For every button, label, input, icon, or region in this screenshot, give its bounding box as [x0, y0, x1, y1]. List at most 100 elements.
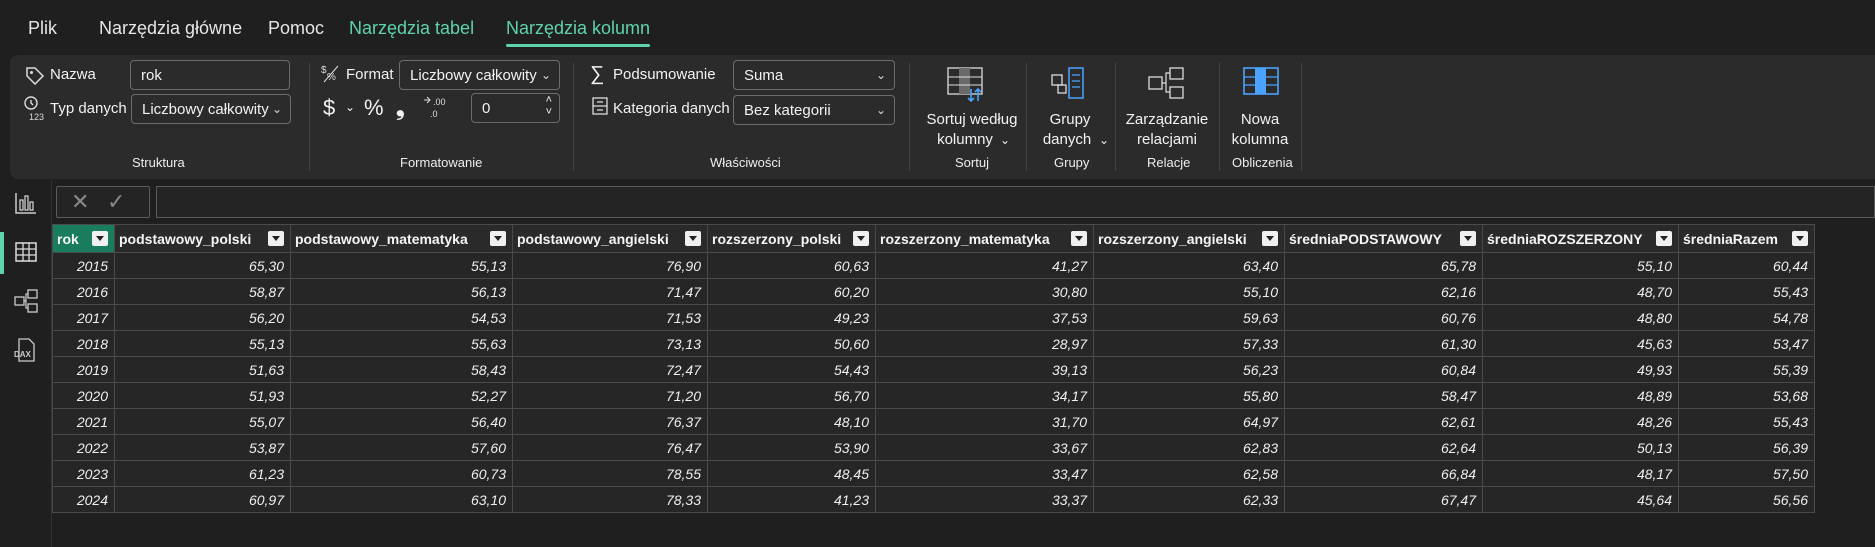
table-cell[interactable]: 60,97 [114, 486, 291, 513]
table-cell[interactable]: 57,33 [1093, 330, 1285, 357]
table-cell[interactable]: 64,97 [1093, 408, 1285, 435]
filter-dropdown-icon[interactable] [853, 231, 869, 246]
table-cell[interactable]: 39,13 [875, 356, 1094, 383]
table-cell[interactable]: 53,47 [1678, 330, 1815, 357]
table-cell[interactable]: 62,64 [1284, 434, 1483, 461]
table-cell[interactable]: 62,16 [1284, 278, 1483, 305]
table-cell[interactable]: 48,70 [1482, 278, 1679, 305]
table-cell[interactable]: 60,44 [1678, 252, 1815, 279]
table-cell[interactable]: 52,27 [290, 382, 513, 409]
table-cell[interactable]: 55,07 [114, 408, 291, 435]
table-cell[interactable]: 33,67 [875, 434, 1094, 461]
model-view-icon[interactable] [13, 288, 39, 314]
table-cell[interactable]: 31,70 [875, 408, 1094, 435]
table-cell[interactable]: 2018 [52, 330, 115, 357]
table-cell[interactable]: 45,63 [1482, 330, 1679, 357]
table-view-icon[interactable] [13, 239, 39, 265]
table-cell[interactable]: 58,87 [114, 278, 291, 305]
table-cell[interactable]: 51,63 [114, 356, 291, 383]
table-cell[interactable]: 73,13 [512, 330, 708, 357]
filter-dropdown-icon[interactable] [268, 231, 284, 246]
table-cell[interactable]: 60,20 [707, 278, 876, 305]
table-cell[interactable]: 55,13 [290, 252, 513, 279]
column-header[interactable]: średniaPODSTAWOWY [1284, 224, 1483, 253]
table-cell[interactable]: 48,10 [707, 408, 876, 435]
table-cell[interactable]: 55,43 [1678, 278, 1815, 305]
column-header[interactable]: podstawowy_matematyka [290, 224, 513, 253]
decimal-icon[interactable]: .00.0 [421, 95, 449, 121]
table-cell[interactable]: 54,43 [707, 356, 876, 383]
table-cell[interactable]: 37,53 [875, 304, 1094, 331]
comma-button[interactable]: ❟ [396, 95, 405, 121]
chevron-up-icon[interactable]: ˄ [546, 94, 552, 106]
table-cell[interactable]: 66,84 [1284, 460, 1483, 487]
filter-dropdown-icon[interactable] [1262, 231, 1278, 246]
table-cell[interactable]: 56,70 [707, 382, 876, 409]
formula-input[interactable] [156, 186, 1875, 218]
menu-table-tools[interactable]: Narzędzia tabel [349, 18, 474, 39]
table-cell[interactable]: 60,76 [1284, 304, 1483, 331]
table-cell[interactable]: 2020 [52, 382, 115, 409]
table-cell[interactable]: 48,26 [1482, 408, 1679, 435]
column-header[interactable]: rozszerzony_matematyka [875, 224, 1094, 253]
table-cell[interactable]: 78,33 [512, 486, 708, 513]
table-cell[interactable]: 45,64 [1482, 486, 1679, 513]
table-cell[interactable]: 49,93 [1482, 356, 1679, 383]
table-cell[interactable]: 76,90 [512, 252, 708, 279]
table-cell[interactable]: 56,56 [1678, 486, 1815, 513]
column-header[interactable]: rok [52, 224, 115, 253]
filter-dropdown-icon[interactable] [685, 231, 701, 246]
table-cell[interactable]: 55,10 [1482, 252, 1679, 279]
table-cell[interactable]: 55,80 [1093, 382, 1285, 409]
table-cell[interactable]: 59,63 [1093, 304, 1285, 331]
table-cell[interactable]: 2022 [52, 434, 115, 461]
cancel-icon[interactable]: ✕ [71, 189, 89, 215]
table-cell[interactable]: 55,43 [1678, 408, 1815, 435]
report-view-icon[interactable] [13, 190, 39, 216]
table-cell[interactable]: 54,78 [1678, 304, 1815, 331]
table-cell[interactable]: 56,13 [290, 278, 513, 305]
table-cell[interactable]: 72,47 [512, 356, 708, 383]
table-cell[interactable]: 62,83 [1093, 434, 1285, 461]
table-cell[interactable]: 55,63 [290, 330, 513, 357]
table-cell[interactable]: 49,23 [707, 304, 876, 331]
table-cell[interactable]: 33,37 [875, 486, 1094, 513]
check-icon[interactable]: ✓ [107, 189, 125, 215]
table-cell[interactable]: 41,23 [707, 486, 876, 513]
table-cell[interactable]: 65,78 [1284, 252, 1483, 279]
table-cell[interactable]: 30,80 [875, 278, 1094, 305]
table-cell[interactable]: 2015 [52, 252, 115, 279]
menu-home[interactable]: Narzędzia główne [99, 18, 242, 39]
table-cell[interactable]: 48,45 [707, 460, 876, 487]
table-cell[interactable]: 58,43 [290, 356, 513, 383]
filter-dropdown-icon[interactable] [1792, 231, 1808, 246]
table-cell[interactable]: 65,30 [114, 252, 291, 279]
table-cell[interactable]: 76,37 [512, 408, 708, 435]
column-header[interactable]: podstawowy_angielski [512, 224, 708, 253]
chevron-down-icon[interactable]: ˅ [546, 106, 552, 118]
table-cell[interactable]: 56,23 [1093, 356, 1285, 383]
table-cell[interactable]: 34,17 [875, 382, 1094, 409]
table-cell[interactable]: 48,80 [1482, 304, 1679, 331]
table-cell[interactable]: 54,53 [290, 304, 513, 331]
table-cell[interactable]: 78,55 [512, 460, 708, 487]
name-input[interactable]: rok [130, 60, 290, 90]
filter-dropdown-icon[interactable] [1460, 231, 1476, 246]
table-cell[interactable]: 62,58 [1093, 460, 1285, 487]
table-cell[interactable]: 28,97 [875, 330, 1094, 357]
filter-dropdown-icon[interactable] [1656, 231, 1672, 246]
summary-dropdown[interactable]: Suma ⌄ [733, 60, 895, 90]
format-dropdown[interactable]: Liczbowy całkowity ⌄ [399, 60, 560, 90]
table-cell[interactable]: 2023 [52, 460, 115, 487]
table-cell[interactable]: 53,87 [114, 434, 291, 461]
table-cell[interactable]: 53,90 [707, 434, 876, 461]
filter-dropdown-icon[interactable] [92, 231, 108, 246]
table-cell[interactable]: 2016 [52, 278, 115, 305]
table-cell[interactable]: 63,10 [290, 486, 513, 513]
table-cell[interactable]: 67,47 [1284, 486, 1483, 513]
table-cell[interactable]: 33,47 [875, 460, 1094, 487]
currency-button[interactable]: $ [323, 95, 335, 121]
table-cell[interactable]: 76,47 [512, 434, 708, 461]
table-cell[interactable]: 48,17 [1482, 460, 1679, 487]
table-cell[interactable]: 51,93 [114, 382, 291, 409]
